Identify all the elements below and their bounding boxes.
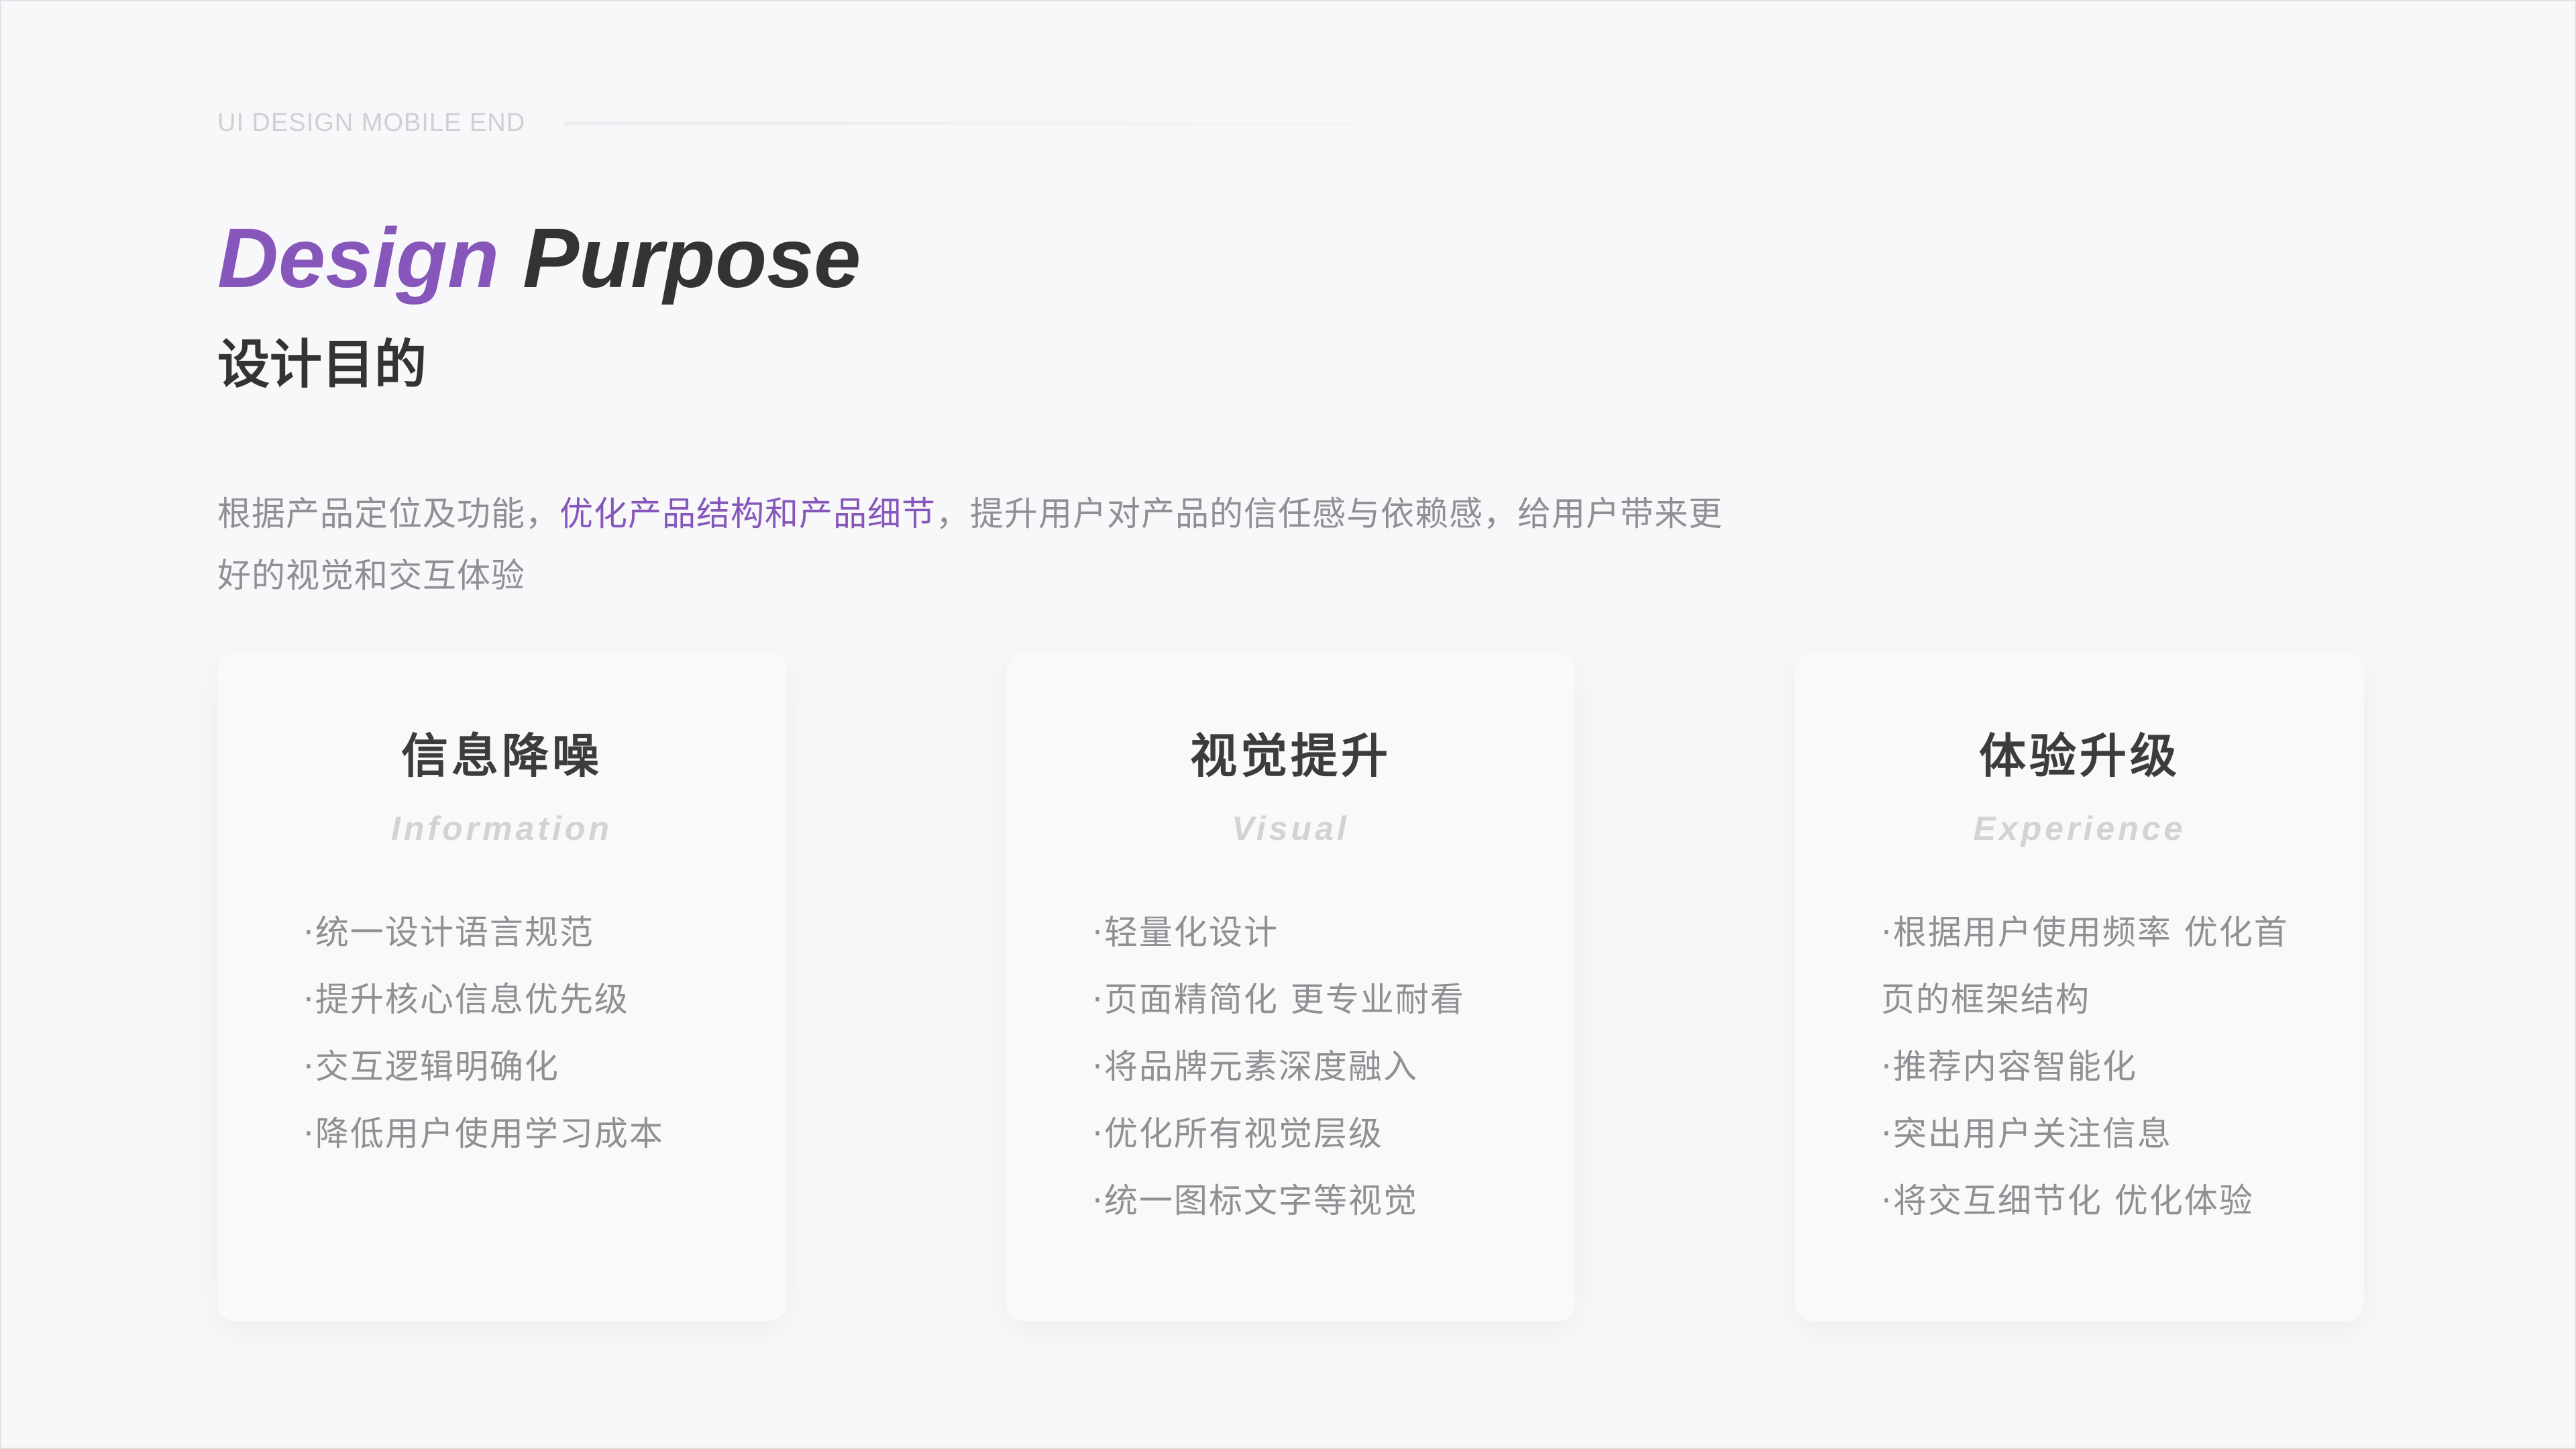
card-title: 信息降噪 xyxy=(401,729,602,784)
list-item: ·降低用户使用学习成本 xyxy=(303,1114,664,1153)
card-information: 信息降噪 Information ·统一设计语言规范 ·提升核心信息优先级 ·交… xyxy=(217,652,786,1322)
list-item: ·交互逻辑明确化 xyxy=(303,1047,559,1086)
card-title: 体验升级 xyxy=(1979,729,2180,784)
list-item: ·轻量化设计 xyxy=(1092,913,1279,952)
card-subtitle: Visual xyxy=(1232,810,1350,847)
eyebrow-label: UI DESIGN MOBILE END xyxy=(217,109,526,137)
card-list: ·根据用户使用频率 优化首页的框架结构 ·推荐内容智能化 ·突出用户关注信息 ·… xyxy=(1881,899,2310,1234)
page-title: Design Purpose xyxy=(217,216,861,301)
card-list: ·轻量化设计 ·页面精简化 更专业耐看 ·将品牌元素深度融入 ·优化所有视觉层级… xyxy=(1092,899,1521,1234)
card-visual: 视觉提升 Visual ·轻量化设计 ·页面精简化 更专业耐看 ·将品牌元素深度… xyxy=(1006,652,1575,1322)
page-subtitle: 设计目的 xyxy=(217,335,427,395)
list-item: ·将品牌元素深度融入 xyxy=(1092,1047,1418,1086)
list-item: ·将交互细节化 优化体验 xyxy=(1881,1181,2254,1220)
list-item: ·提升核心信息优先级 xyxy=(303,980,629,1019)
list-item: ·优化所有视觉层级 xyxy=(1092,1114,1383,1153)
eyebrow-row: UI DESIGN MOBILE END xyxy=(217,109,1578,138)
card-subtitle: Experience xyxy=(1973,810,2186,847)
title-rest: Purpose xyxy=(523,211,861,305)
list-item: ·页面精简化 更专业耐看 xyxy=(1092,980,1465,1019)
list-item: ·推荐内容智能化 xyxy=(1881,1047,2137,1086)
card-title: 视觉提升 xyxy=(1190,729,1391,784)
intro-text-before: 根据产品定位及功能， xyxy=(217,494,559,533)
list-item: ·统一设计语言规范 xyxy=(303,913,594,952)
title-accent: Design xyxy=(217,211,500,305)
card-subtitle: Information xyxy=(391,810,612,847)
slide: UI DESIGN MOBILE END Design Purpose 设计目的… xyxy=(0,0,2576,1449)
eyebrow-divider xyxy=(564,121,1578,125)
intro-paragraph: 根据产品定位及功能，优化产品结构和产品细节，提升用户对产品的信任感与依赖感，给用… xyxy=(217,483,1740,606)
intro-highlight: 优化产品结构和产品细节 xyxy=(559,494,936,533)
card-experience: 体验升级 Experience ·根据用户使用频率 优化首页的框架结构 ·推荐内… xyxy=(1795,652,2364,1322)
card-list: ·统一设计语言规范 ·提升核心信息优先级 ·交互逻辑明确化 ·降低用户使用学习成… xyxy=(303,899,733,1167)
list-item: ·统一图标文字等视觉 xyxy=(1092,1181,1418,1220)
list-item: ·突出用户关注信息 xyxy=(1881,1114,2172,1153)
list-item: ·根据用户使用频率 优化首页的框架结构 xyxy=(1881,913,2289,1019)
